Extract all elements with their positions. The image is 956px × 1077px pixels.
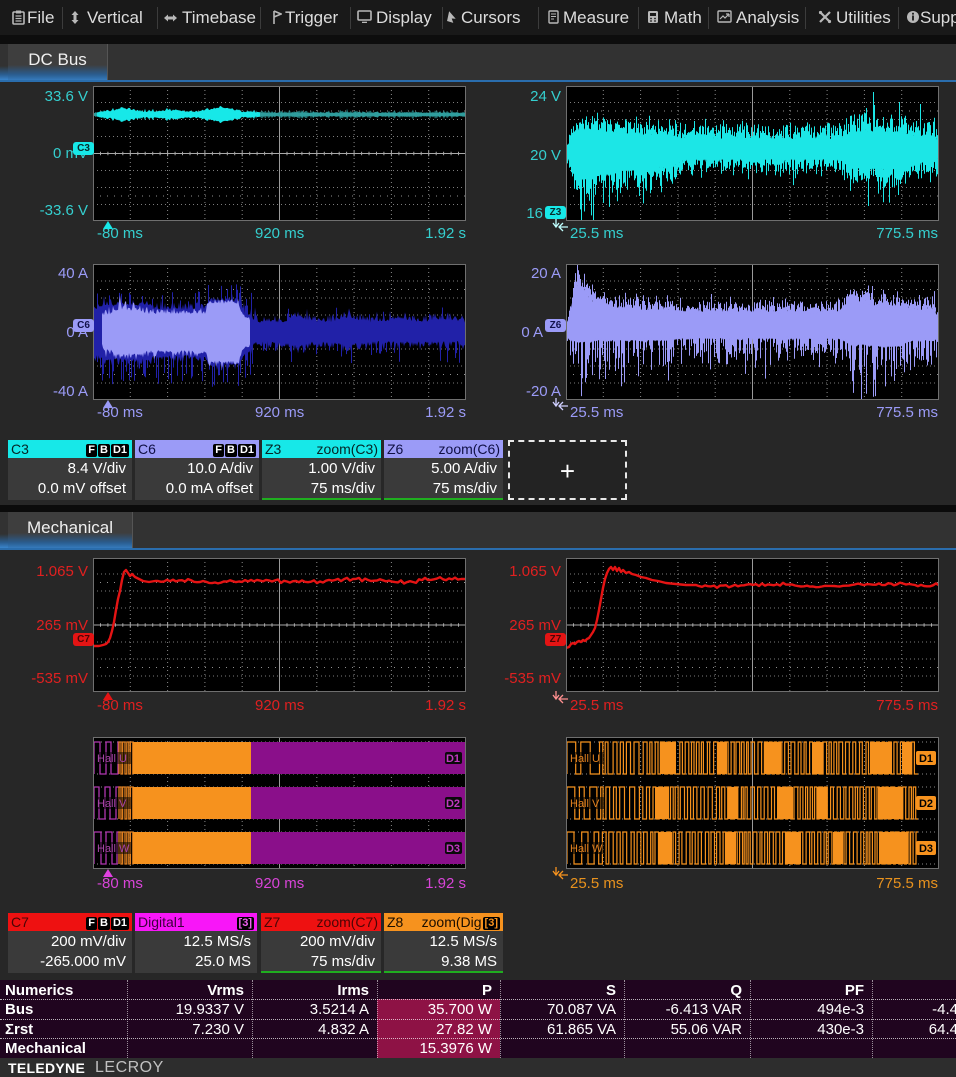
svg-text:Hall W: Hall W [97,843,130,855]
svg-text:D3: D3 [919,843,933,855]
svg-text:D2: D2 [446,798,460,810]
svg-text:Hall V: Hall V [97,798,127,810]
svg-text:D2: D2 [919,798,933,810]
svg-text:Hall W: Hall W [570,843,603,855]
svg-text:D1: D1 [919,753,933,765]
svg-text:D3: D3 [446,843,460,855]
svg-text:D1: D1 [446,753,460,765]
svg-text:Hall U: Hall U [570,753,600,765]
svg-text:Hall U: Hall U [97,753,127,765]
svg-text:Hall V: Hall V [570,798,600,810]
